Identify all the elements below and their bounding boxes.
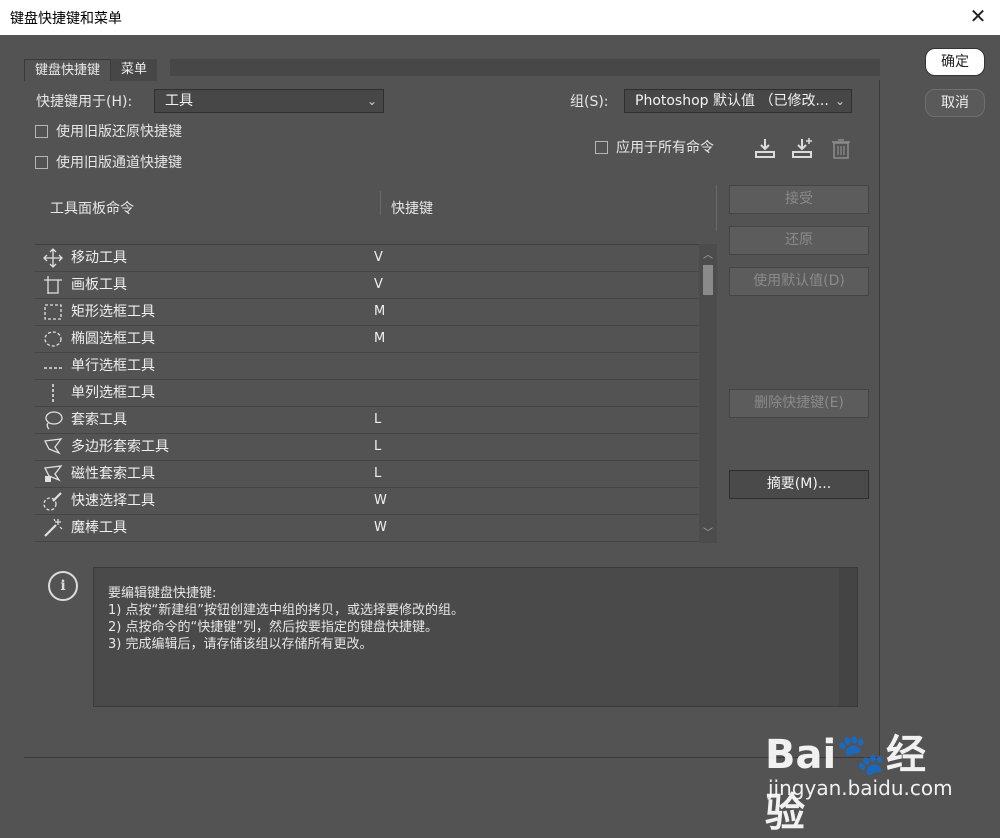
legacy-channel-label: 使用旧版通道快捷键 bbox=[56, 155, 182, 171]
table-row[interactable]: 单行选框工具 bbox=[35, 353, 699, 380]
info-icon: i bbox=[48, 571, 78, 601]
quick-select-icon bbox=[43, 491, 63, 511]
ok-button[interactable]: 确定 bbox=[925, 48, 985, 76]
table-row[interactable]: 矩形选框工具 M bbox=[35, 299, 699, 326]
tab-keyboard-shortcuts[interactable]: 键盘快捷键 bbox=[24, 59, 112, 81]
table-header: 工具面板命令 快捷键 bbox=[35, 185, 717, 231]
command-name: 画板工具 bbox=[71, 277, 127, 293]
magnetic-lasso-icon bbox=[43, 464, 63, 484]
delete-shortcut-button[interactable]: 删除快捷键(E) bbox=[729, 389, 869, 418]
shortcuts-for-select[interactable]: 工具 ⌄ bbox=[154, 89, 384, 113]
new-set-icon[interactable] bbox=[789, 136, 815, 162]
cancel-button[interactable]: 取消 bbox=[925, 89, 985, 117]
save-set-icon[interactable] bbox=[752, 136, 778, 162]
polygon-lasso-icon bbox=[43, 437, 63, 457]
use-default-button[interactable]: 使用默认值(D) bbox=[729, 267, 869, 296]
chevron-down-icon: ⌄ bbox=[366, 94, 377, 108]
command-shortcut[interactable]: L bbox=[374, 466, 381, 481]
group-select[interactable]: Photoshop 默认值 （已修改... ⌄ bbox=[624, 89, 852, 113]
undo-button[interactable]: 还原 bbox=[729, 226, 869, 255]
column-command-header[interactable]: 工具面板命令 bbox=[50, 198, 134, 218]
command-name: 移动工具 bbox=[71, 250, 127, 266]
table-row[interactable]: 单列选框工具 bbox=[35, 380, 699, 407]
magic-wand-icon bbox=[43, 518, 63, 538]
column-divider bbox=[380, 191, 381, 215]
column-shortcut-header[interactable]: 快捷键 bbox=[391, 198, 433, 218]
rect-marquee-icon bbox=[43, 302, 63, 322]
close-icon[interactable]: ✕ bbox=[968, 6, 988, 26]
command-name: 魔棒工具 bbox=[71, 520, 127, 536]
list-scrollbar[interactable]: ︿ ﹀ bbox=[699, 244, 717, 543]
table-row[interactable]: 多边形套索工具 L bbox=[35, 434, 699, 461]
legacy-undo-checkbox[interactable] bbox=[35, 125, 48, 138]
command-name: 椭圆选框工具 bbox=[71, 331, 155, 347]
command-shortcut[interactable]: V bbox=[374, 277, 383, 292]
table-row[interactable]: 磁性套索工具 L bbox=[35, 461, 699, 488]
command-shortcut[interactable]: M bbox=[374, 304, 385, 319]
table-row[interactable]: 椭圆选框工具 M bbox=[35, 326, 699, 353]
scroll-down-icon[interactable]: ﹀ bbox=[703, 524, 713, 539]
scroll-thumb[interactable] bbox=[703, 265, 713, 295]
title-bar: 键盘快捷键和菜单 ✕ bbox=[0, 0, 1000, 35]
column-divider bbox=[716, 185, 717, 231]
table-row[interactable]: 画板工具 V bbox=[35, 272, 699, 299]
move-icon bbox=[43, 248, 63, 268]
baidu-watermark: Bai🐾经验 jingyan.baidu.com bbox=[765, 712, 965, 836]
command-shortcut[interactable]: W bbox=[374, 520, 387, 535]
command-shortcut[interactable]: L bbox=[374, 412, 381, 427]
window-title: 键盘快捷键和菜单 bbox=[10, 10, 122, 27]
command-shortcut[interactable]: M bbox=[374, 331, 385, 346]
command-name: 快速选择工具 bbox=[71, 493, 155, 509]
info-text-box: 要编辑键盘快捷键: 1) 点按“新建组”按钮创建选中组的拷贝，或选择要修改的组。… bbox=[93, 567, 858, 707]
command-name: 多边形套索工具 bbox=[71, 439, 169, 455]
table-row[interactable]: 魔棒工具 W bbox=[35, 515, 699, 542]
summary-button[interactable]: 摘要(M)... bbox=[729, 470, 869, 499]
tab-strip: 键盘快捷键 菜单 bbox=[24, 59, 158, 81]
command-shortcut[interactable]: L bbox=[374, 439, 381, 454]
lasso-icon bbox=[43, 410, 63, 430]
command-list: 移动工具 V 画板工具 V 矩形选框工具 M 椭圆选框工具 M 单行选框工具 单… bbox=[35, 244, 717, 543]
tab-strip-background bbox=[170, 59, 880, 76]
command-name: 磁性套索工具 bbox=[71, 466, 155, 482]
single-col-icon bbox=[43, 383, 63, 403]
legacy-channel-checkbox[interactable] bbox=[35, 156, 48, 169]
command-name: 单行选框工具 bbox=[71, 358, 155, 374]
shortcuts-for-value: 工具 bbox=[165, 93, 193, 109]
apply-all-checkbox[interactable] bbox=[595, 141, 608, 154]
command-shortcut[interactable]: W bbox=[374, 493, 387, 508]
artboard-icon bbox=[43, 275, 63, 295]
info-line: 3) 完成编辑后，请存储该组以存储所有更改。 bbox=[108, 637, 373, 652]
table-row[interactable]: 移动工具 V bbox=[35, 245, 699, 272]
single-row-icon bbox=[43, 356, 63, 376]
trash-icon[interactable] bbox=[828, 136, 854, 162]
chevron-down-icon: ⌄ bbox=[834, 94, 845, 108]
legacy-undo-label: 使用旧版还原快捷键 bbox=[56, 124, 182, 140]
group-label: 组(S): bbox=[570, 94, 609, 110]
watermark-url: jingyan.baidu.com bbox=[768, 776, 953, 800]
table-row[interactable]: 快速选择工具 W bbox=[35, 488, 699, 515]
ellipse-marquee-icon bbox=[43, 329, 63, 349]
info-scrollbar[interactable] bbox=[839, 568, 857, 706]
shortcuts-for-label: 快捷键用于(H): bbox=[36, 94, 133, 110]
command-shortcut[interactable]: V bbox=[374, 250, 383, 265]
apply-all-label: 应用于所有命令 bbox=[616, 140, 714, 156]
command-name: 套索工具 bbox=[71, 412, 127, 428]
tab-menus[interactable]: 菜单 bbox=[111, 59, 158, 81]
command-name: 矩形选框工具 bbox=[71, 304, 155, 320]
accept-button[interactable]: 接受 bbox=[729, 185, 869, 214]
table-row[interactable]: 套索工具 L bbox=[35, 407, 699, 434]
command-name: 单列选框工具 bbox=[71, 385, 155, 401]
scroll-up-icon[interactable]: ︿ bbox=[703, 246, 713, 261]
group-value: Photoshop 默认值 （已修改... bbox=[635, 93, 829, 109]
